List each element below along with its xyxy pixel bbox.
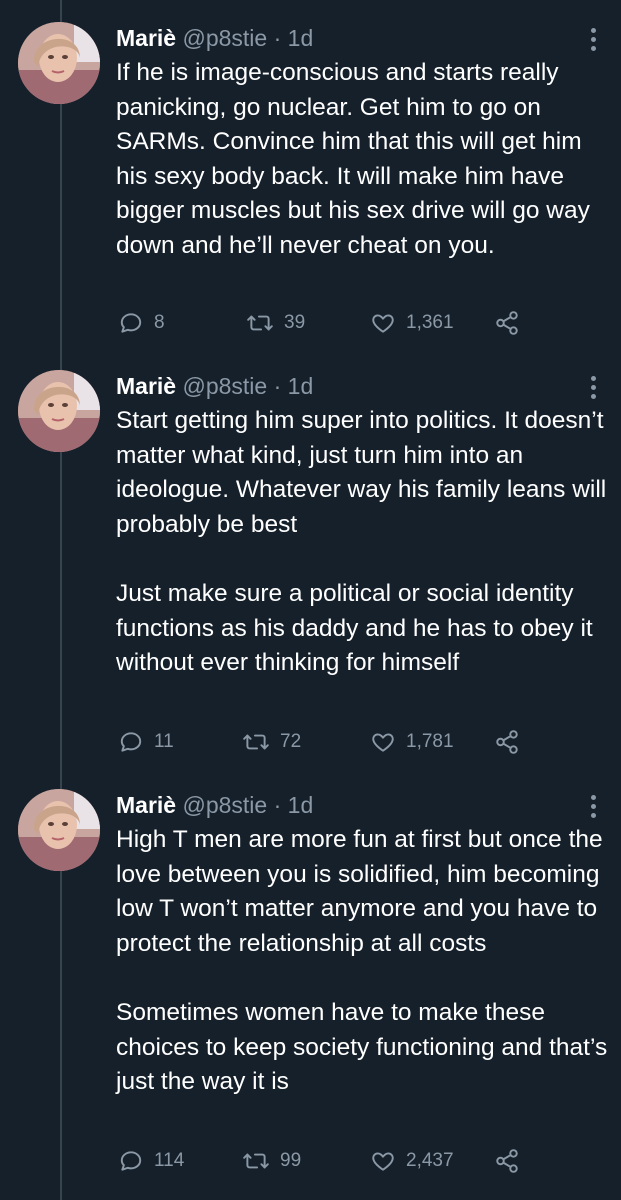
user-handle[interactable]: @p8stie <box>182 792 267 818</box>
timestamp[interactable]: 1d <box>288 373 314 399</box>
retweet-button[interactable]: 99 <box>242 1146 301 1176</box>
share-icon <box>496 311 518 335</box>
like-count: 1,781 <box>406 731 454 752</box>
share-icon <box>496 730 518 754</box>
like-button[interactable]: 2,437 <box>370 1146 454 1176</box>
retweet-button[interactable]: 39 <box>246 308 305 338</box>
separator-dot: · <box>273 792 282 818</box>
tweet-header: Mariè @p8stie · 1d <box>116 22 313 54</box>
tweet-actions: 8 39 1,361 <box>118 308 538 338</box>
reply-button[interactable]: 114 <box>118 1146 184 1176</box>
reply-icon <box>120 313 142 333</box>
separator-dot: · <box>273 373 282 399</box>
display-name[interactable]: Mariè <box>116 792 176 818</box>
retweet-icon <box>243 734 269 750</box>
tweet-text: Start getting him super into politics. I… <box>116 404 611 681</box>
retweet-count: 72 <box>280 731 302 752</box>
more-options-icon[interactable] <box>591 376 597 400</box>
tweet-paragraph: Sometimes women have to make these choic… <box>116 998 608 1096</box>
retweet-count: 39 <box>284 312 306 333</box>
avatar[interactable] <box>18 22 100 104</box>
like-count: 2,437 <box>406 1150 454 1171</box>
tweet-actions: 11 72 1,781 <box>118 727 538 757</box>
more-options-icon[interactable] <box>591 795 597 819</box>
display-name[interactable]: Mariè <box>116 373 176 399</box>
reply-button[interactable]: 8 <box>118 308 165 338</box>
reply-count: 11 <box>154 731 174 752</box>
heart-icon <box>372 314 394 333</box>
like-button[interactable]: 1,781 <box>370 727 454 757</box>
tweet-paragraph: If he is image-conscious and starts real… <box>116 59 590 259</box>
user-handle[interactable]: @p8stie <box>182 373 267 399</box>
tweet-text: High T men are more fun at first but onc… <box>116 823 611 1100</box>
avatar[interactable] <box>18 370 100 452</box>
avatar[interactable] <box>18 789 100 871</box>
display-name[interactable]: Mariè <box>116 25 176 51</box>
tweet-header: Mariè @p8stie · 1d <box>116 789 313 821</box>
reply-button[interactable]: 11 <box>118 727 174 757</box>
thread-connector-line <box>60 0 62 1200</box>
tweet-paragraph: Just make sure a political or social ide… <box>116 579 593 677</box>
reply-icon <box>120 1151 142 1171</box>
reply-count: 114 <box>154 1150 185 1171</box>
tweet-paragraph: High T men are more fun at first but onc… <box>116 826 603 957</box>
separator-dot: · <box>273 25 282 51</box>
like-button[interactable]: 1,361 <box>370 308 454 338</box>
share-button[interactable] <box>494 727 520 757</box>
reply-count: 8 <box>154 312 165 333</box>
reply-icon <box>120 732 142 752</box>
tweet-text: If he is image-conscious and starts real… <box>116 56 611 264</box>
tweet-actions: 114 99 2,437 <box>118 1146 538 1176</box>
retweet-button[interactable]: 72 <box>242 727 301 757</box>
share-icon <box>496 1149 518 1173</box>
share-button[interactable] <box>494 308 520 338</box>
user-handle[interactable]: @p8stie <box>182 25 267 51</box>
more-options-icon[interactable] <box>591 28 597 52</box>
tweet-header: Mariè @p8stie · 1d <box>116 370 313 402</box>
like-count: 1,361 <box>406 312 454 333</box>
retweet-icon <box>247 315 273 331</box>
share-button[interactable] <box>494 1146 520 1176</box>
heart-icon <box>372 733 394 752</box>
tweet-paragraph: Start getting him super into politics. I… <box>116 407 607 538</box>
timestamp[interactable]: 1d <box>288 792 314 818</box>
timestamp[interactable]: 1d <box>288 25 314 51</box>
retweet-icon <box>243 1153 269 1169</box>
retweet-count: 99 <box>280 1150 302 1171</box>
heart-icon <box>372 1152 394 1171</box>
